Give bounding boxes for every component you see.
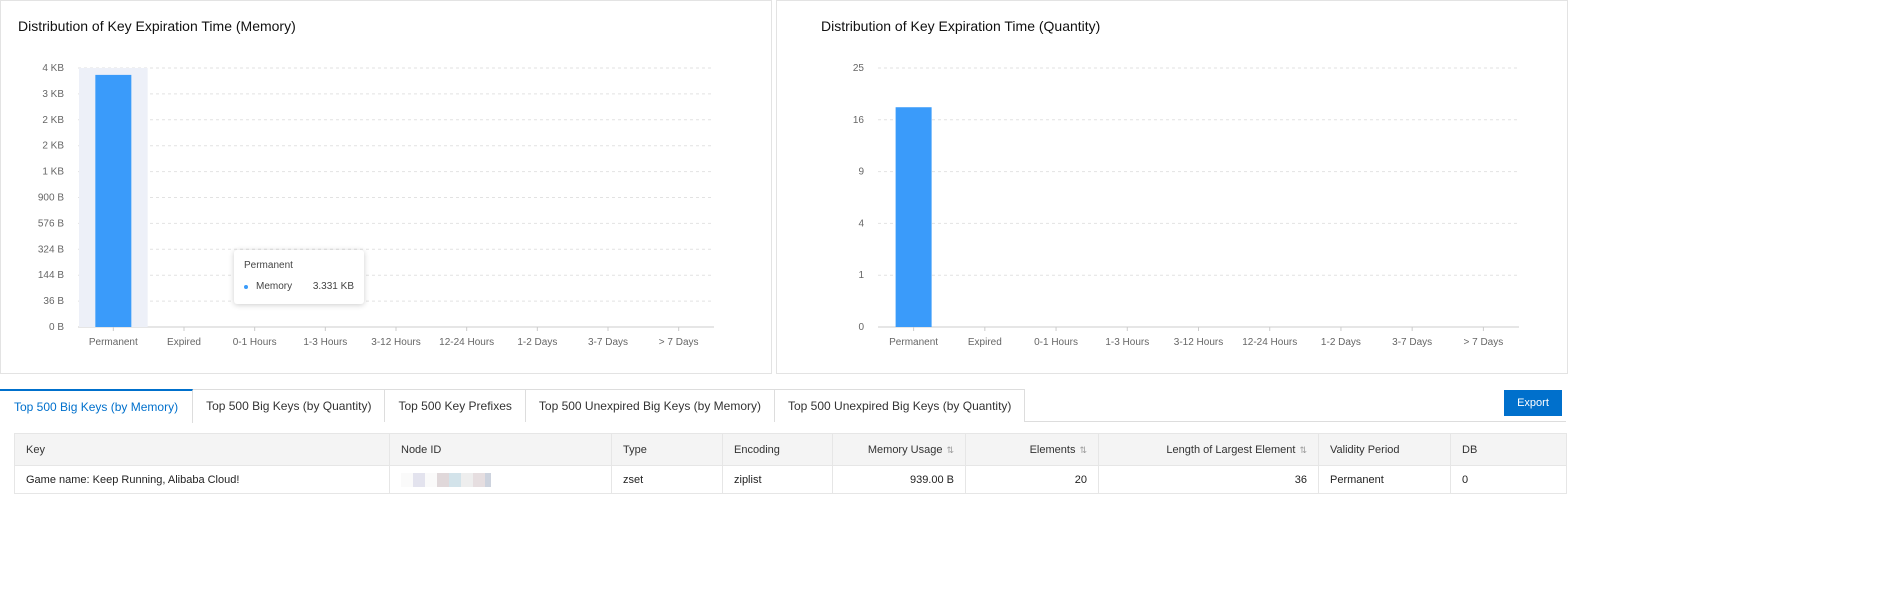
quantity-chart: 0 1 4 9 16 25 Permanent Expired 0-1 Hours 1-3 Hou… (853, 63, 1519, 348)
x-tick-label: > 7 Days (1464, 337, 1504, 348)
x-tick-label: 0-1 Hours (1034, 337, 1078, 348)
cell-memory: 939.00 B (832, 465, 966, 494)
memory-chart: 0 B 36 B 144 B 324 B 576 B 900 B 1 KB 2 KB 2 KB 3… (38, 63, 714, 348)
tab-big-keys-quantity[interactable]: Top 500 Big Keys (by Quantity) (193, 389, 386, 422)
y-tick-label: 4 (858, 218, 864, 229)
y-tick-label: 324 B (38, 244, 64, 255)
col-key: Key (14, 433, 390, 466)
tooltip-value: 3.331 KB (312, 281, 354, 292)
cell-db: 0 (1450, 465, 1567, 494)
col-largest-element-label: Length of Largest Element (1166, 443, 1296, 456)
table-header: Key Node ID Type Encoding Memory Usage ⇅ … (14, 433, 1567, 466)
sort-icon[interactable]: ⇅ (946, 445, 954, 455)
x-tick-label: 3-12 Hours (371, 337, 420, 348)
cell-largest: 36 (1098, 465, 1319, 494)
cell-type: zset (611, 465, 723, 494)
y-tick-label: 900 B (38, 193, 64, 204)
x-tick-label: 3-7 Days (1392, 337, 1432, 348)
y-tick-label: 0 B (49, 322, 64, 333)
quantity-chart-card: Distribution of Key Expiration Time (Qua… (776, 0, 1568, 374)
x-tick-label: 3-12 Hours (1174, 337, 1223, 348)
col-validity: Validity Period (1318, 433, 1451, 466)
redacted-node-id (401, 472, 491, 487)
cell-elements: 20 (965, 465, 1099, 494)
sort-icon[interactable]: ⇅ (1299, 445, 1307, 455)
series-dot-icon (244, 284, 248, 289)
tooltip-series: Memory (256, 281, 293, 292)
cell-node-id (389, 465, 612, 494)
y-tick-label: 16 (853, 115, 865, 126)
x-tick-label: 1-3 Hours (1105, 337, 1149, 348)
tab-big-keys-memory[interactable]: Top 500 Big Keys (by Memory) (0, 389, 194, 423)
x-tick-label: 0-1 Hours (233, 337, 277, 348)
x-tick-label: 1-2 Days (1321, 337, 1361, 348)
cell-key: Game name: Keep Running, Alibaba Cloud! (14, 465, 390, 494)
y-tick-label: 1 (858, 270, 864, 281)
col-encoding: Encoding (722, 433, 833, 466)
x-tick-label: > 7 Days (659, 337, 699, 348)
y-tick-label: 25 (853, 63, 865, 74)
sort-icon[interactable]: ⇅ (1079, 445, 1087, 455)
y-tick-label: 144 B (38, 270, 64, 281)
col-db: DB (1450, 433, 1567, 466)
y-tick-label: 576 B (38, 218, 64, 229)
chart-tooltip: Permanent Memory 3.331 KB (234, 250, 364, 304)
y-tick-label: 36 B (43, 296, 64, 307)
x-tick-label: 1-2 Days (517, 337, 557, 348)
tab-key-prefixes[interactable]: Top 500 Key Prefixes (385, 389, 526, 422)
cell-validity: Permanent (1318, 465, 1451, 494)
y-tick-label: 0 (858, 322, 864, 333)
x-tick-label: Expired (968, 337, 1002, 348)
y-tick-label: 9 (858, 167, 864, 178)
tab-unexpired-memory[interactable]: Top 500 Unexpired Big Keys (by Memory) (525, 389, 775, 422)
tooltip-category: Permanent (244, 260, 293, 271)
tab-bar: Top 500 Big Keys (by Memory) Top 500 Big… (0, 389, 1566, 423)
tab-unexpired-quantity[interactable]: Top 500 Unexpired Big Keys (by Quantity) (774, 389, 1026, 422)
x-tick-label: 12-24 Hours (439, 337, 494, 348)
col-node-id: Node ID (389, 433, 612, 466)
col-elements-label: Elements (1029, 443, 1076, 456)
x-tick-label: Permanent (889, 337, 938, 348)
export-button[interactable]: Export (1504, 390, 1562, 416)
col-memory-usage-label: Memory Usage (867, 443, 943, 456)
bar-0 (895, 107, 932, 328)
x-tick-label: 1-3 Hours (303, 337, 347, 348)
bar-0 (95, 74, 132, 327)
x-tick-label: 3-7 Days (588, 337, 628, 348)
col-type: Type (611, 433, 723, 466)
y-tick-label: 1 KB (42, 167, 64, 178)
y-tick-label: 2 KB (42, 141, 64, 152)
y-tick-label: 4 KB (42, 63, 64, 74)
y-tick-label: 2 KB (42, 115, 64, 126)
memory-chart-card: Distribution of Key Expiration Time (Mem… (0, 0, 772, 374)
cell-encoding: ziplist (722, 465, 833, 494)
table-row: Game name: Keep Running, Alibaba Cloud! … (14, 465, 1567, 494)
big-keys-table: Key Node ID Type Encoding Memory Usage ⇅ … (14, 433, 1567, 494)
y-tick-label: 3 KB (42, 89, 64, 100)
col-largest-element[interactable]: Length of Largest Element ⇅ (1098, 433, 1319, 466)
col-memory-usage[interactable]: Memory Usage ⇅ (832, 433, 966, 466)
col-elements[interactable]: Elements ⇅ (965, 433, 1099, 466)
x-tick-label: 12-24 Hours (1242, 337, 1297, 348)
x-tick-label: Expired (167, 337, 201, 348)
x-tick-label: Permanent (89, 337, 138, 348)
